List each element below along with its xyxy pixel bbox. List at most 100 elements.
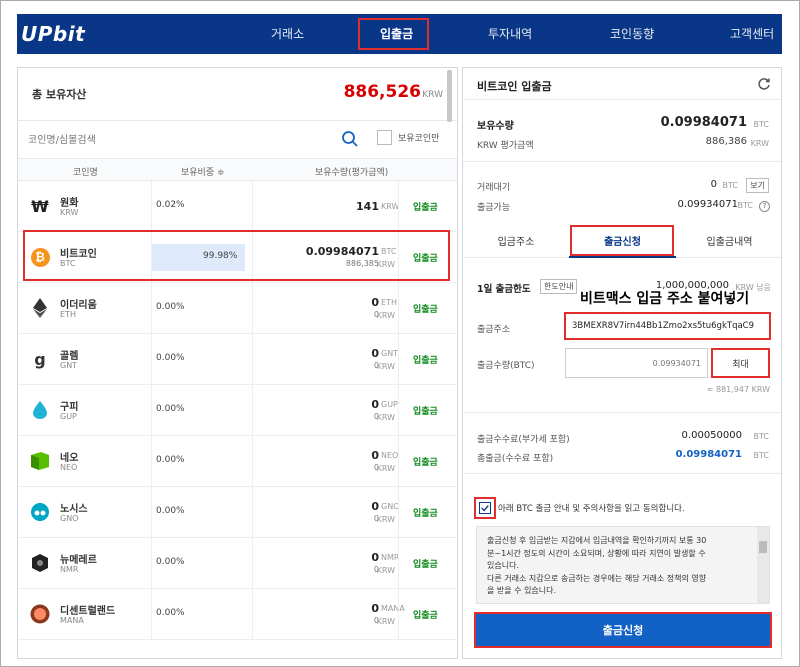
separator xyxy=(463,99,781,100)
available-unit: BTC xyxy=(737,201,754,210)
coin-table-header: 코인명 보유비중 ≑ 보유수량(평가금액) xyxy=(18,159,457,181)
krw-eval-value: 886,386 xyxy=(705,136,747,147)
nav-investment-history[interactable]: 투자내역 xyxy=(488,25,532,42)
refresh-icon[interactable] xyxy=(757,77,771,91)
gnosis-icon xyxy=(30,502,50,522)
numeraire-icon xyxy=(30,553,50,573)
notice-line: 다른 거래소 지갑으로 송금하는 경우에는 해당 거래소 정책의 영향 xyxy=(487,573,707,583)
divider xyxy=(252,283,253,334)
search-icon[interactable] xyxy=(341,130,359,148)
deposit-withdraw-link[interactable]: 입출금 xyxy=(413,557,438,570)
coin-search-input[interactable] xyxy=(28,129,368,151)
coin-symbol: ETH xyxy=(60,310,76,319)
coin-amount-unit: NMR xyxy=(381,553,400,562)
pending-view-button[interactable]: 보기 xyxy=(746,178,769,193)
coin-row[interactable]: 네오 NEO 0.00% 0 NEO 0 KRW 입출금 xyxy=(18,436,457,487)
divider xyxy=(252,436,253,487)
coin-name: 네오 xyxy=(60,453,79,464)
coin-amount-unit: MANA xyxy=(381,604,405,613)
search-row: 보유코인만 xyxy=(18,121,457,159)
max-amount-button[interactable]: 최대 xyxy=(711,348,770,378)
coin-row[interactable]: g 골렘 GNT 0.00% 0 GNT 0 KRW 입출금 xyxy=(18,334,457,385)
notice-line: 을 받을 수 있습니다. xyxy=(487,586,557,595)
agree-checkbox[interactable] xyxy=(474,497,496,519)
withdraw-amount-input[interactable] xyxy=(565,348,708,378)
notice-scroll-thumb[interactable] xyxy=(759,541,767,553)
deposit-withdraw-link[interactable]: 입출금 xyxy=(413,353,438,366)
coin-symbol: NEO xyxy=(60,463,78,472)
coin-ratio: 0.00% xyxy=(156,302,185,312)
coin-row[interactable]: 뉴메레르 NMR 0.00% 0 NMR 0 KRW 입출금 xyxy=(18,538,457,589)
upbit-logo[interactable]: UPbit xyxy=(21,22,85,46)
divider xyxy=(151,538,152,589)
coin-ratio: 0.00% xyxy=(156,404,185,414)
coin-ratio: 0.00% xyxy=(156,455,185,465)
coin-krw-unit: KRW xyxy=(376,617,395,626)
withdraw-submit-button[interactable]: 출금신청 xyxy=(474,612,772,648)
coin-amount-unit: GUP xyxy=(381,400,398,409)
coin-ratio: 0.02% xyxy=(156,200,185,210)
coin-amount: 0 xyxy=(371,398,379,411)
coin-symbol: KRW xyxy=(60,208,79,217)
deposit-withdraw-link[interactable]: 입출금 xyxy=(413,506,438,519)
coin-row[interactable]: 노시스 GNO 0.00% 0 GNO 0 KRW 입출금 xyxy=(18,487,457,538)
coin-name: 원화 xyxy=(60,198,79,209)
holding-unit: BTC xyxy=(753,120,770,129)
krw-eval-unit: KRW xyxy=(750,139,769,148)
won-icon: ₩ xyxy=(31,196,49,216)
coin-row[interactable]: ₩ 원화 KRW 0.02% 141 KRW 입출금 xyxy=(18,181,457,232)
coin-name: 뉴메레르 xyxy=(60,555,97,566)
deposit-withdraw-cell: 입출금 xyxy=(398,181,457,232)
coin-name: 노시스 xyxy=(60,504,88,515)
paste-address-callout: 비트맥스 입금 주소 붙여넣기 xyxy=(580,291,750,307)
coin-ratio: 0.00% xyxy=(156,557,185,567)
header-coin-name: 코인명 xyxy=(73,168,98,178)
coin-row[interactable]: 이더리움 ETH 0.00% 0 ETH 0 KRW 입출금 xyxy=(18,283,457,334)
header-holding-ratio[interactable]: 보유비중 ≑ xyxy=(181,165,225,178)
deposit-withdraw-link[interactable]: 입출금 xyxy=(413,455,438,468)
limit-guide-button[interactable]: 한도안내 xyxy=(540,279,578,294)
coin-krw-unit: KRW xyxy=(376,311,395,320)
pending-label: 거래대기 xyxy=(477,183,511,193)
coin-ratio: 0.00% xyxy=(156,506,185,516)
tab-deposit-address[interactable]: 입금주소 xyxy=(463,228,569,258)
total-assets-value: 886,526 xyxy=(343,82,421,102)
deposit-withdraw-link[interactable]: 입출금 xyxy=(413,404,438,417)
btc-row-highlight-box xyxy=(23,230,450,281)
separator xyxy=(463,473,781,474)
help-icon[interactable]: ? xyxy=(759,201,770,212)
deposit-withdraw-link[interactable]: 입출금 xyxy=(413,200,438,213)
total-assets-unit: KRW xyxy=(422,90,443,100)
tab-history[interactable]: 입출금내역 xyxy=(676,228,781,258)
coin-symbol: GUP xyxy=(60,412,77,421)
divider xyxy=(151,436,152,487)
divider xyxy=(151,181,152,232)
fee-unit: BTC xyxy=(753,432,770,441)
nav-coin-trends[interactable]: 코인동향 xyxy=(610,25,654,42)
coin-name: 골렘 xyxy=(60,351,79,362)
nav-customer-center[interactable]: 고객센터 xyxy=(730,25,774,42)
coin-name: 이더리움 xyxy=(60,300,97,311)
coin-krw-unit: KRW xyxy=(376,413,395,422)
pending-value: 0 xyxy=(710,179,717,190)
deposit-withdraw-cell: 입출금 xyxy=(398,283,457,334)
coin-amount-unit: GNO xyxy=(381,502,400,511)
owned-only-checkbox[interactable] xyxy=(377,130,392,145)
deposit-withdraw-link[interactable]: 입출금 xyxy=(413,608,438,621)
check-icon xyxy=(479,502,491,514)
nav-exchange[interactable]: 거래소 xyxy=(271,25,304,42)
coin-amount-unit: ETH xyxy=(381,298,397,307)
coin-name: 구피 xyxy=(60,402,79,413)
coin-row[interactable]: 구피 GUP 0.00% 0 GUP 0 KRW 입출금 xyxy=(18,385,457,436)
divider xyxy=(151,385,152,436)
deposit-withdraw-cell: 입출금 xyxy=(398,538,457,589)
deposit-withdraw-link[interactable]: 입출금 xyxy=(413,302,438,315)
divider xyxy=(151,283,152,334)
notice-scrollbar[interactable] xyxy=(757,527,769,603)
coin-amount: 0 xyxy=(371,500,379,513)
assets-scrollbar[interactable] xyxy=(447,70,452,122)
coin-row[interactable]: 디센트럴랜드 MANA 0.00% 0 MANA 0 KRW 입출금 xyxy=(18,589,457,640)
total-withdraw-label: 총출금(수수료 포함) xyxy=(477,454,554,464)
coin-amount: 0 xyxy=(371,296,379,309)
withdraw-address-input[interactable] xyxy=(564,312,771,340)
